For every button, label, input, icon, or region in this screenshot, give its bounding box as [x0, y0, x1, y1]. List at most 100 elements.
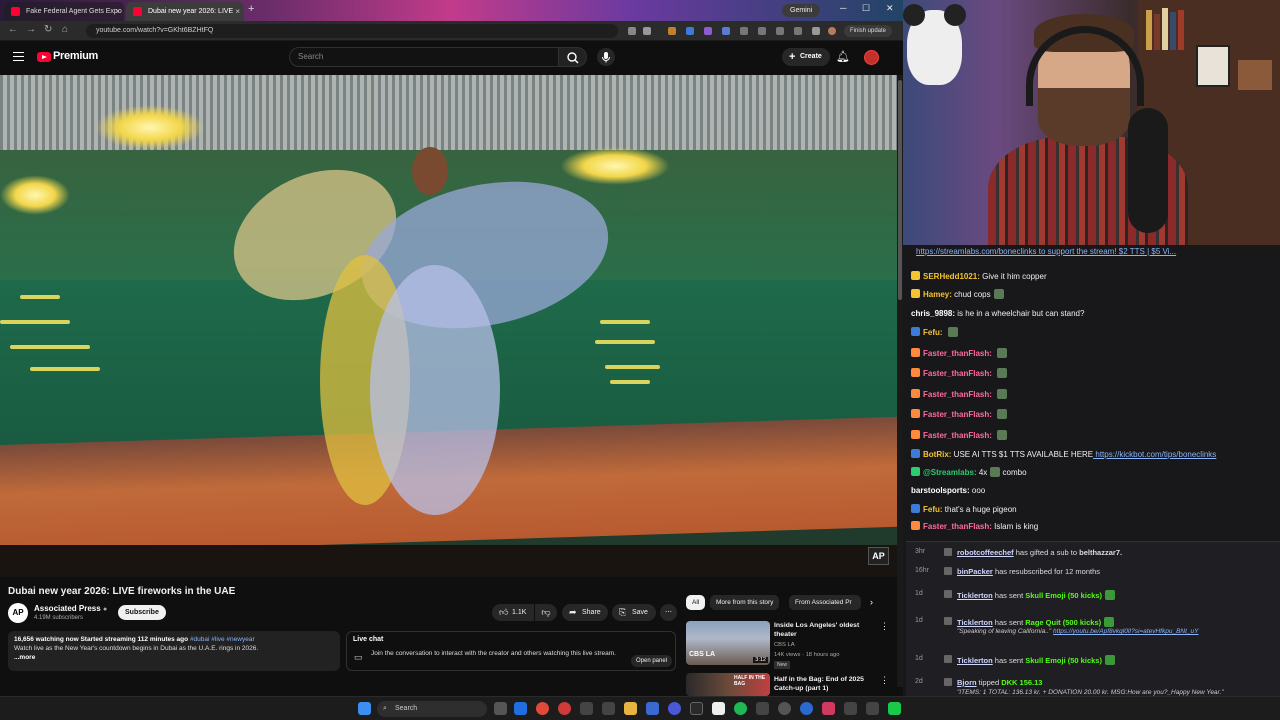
chip-more-from-story[interactable]: More from this story	[710, 595, 780, 610]
sidebar-icon[interactable]	[776, 27, 784, 35]
chevron-right-icon[interactable]: ›	[870, 597, 873, 607]
profile-avatar-icon[interactable]	[828, 27, 836, 35]
more-vertical-icon[interactable]: ⋮	[880, 621, 889, 632]
more-vertical-icon[interactable]: ⋮	[880, 675, 889, 686]
home-icon[interactable]: ⌂	[62, 24, 68, 35]
extension-icon[interactable]	[722, 27, 730, 35]
edge-icon[interactable]	[514, 702, 527, 715]
app-icon[interactable]	[844, 702, 857, 715]
scrollbar-thumb[interactable]	[898, 80, 902, 300]
chat-username[interactable]: SERHedd1021	[923, 272, 977, 281]
event-username[interactable]: Ticklerton	[957, 618, 993, 627]
event-username[interactable]: Bjorn	[957, 678, 977, 687]
event-username[interactable]: Ticklerton	[957, 656, 993, 665]
youtube-logo-icon[interactable]	[37, 52, 51, 62]
recommendation-thumbnail[interactable]: HALF IN THE BAG	[686, 673, 770, 696]
app-icon[interactable]	[800, 702, 813, 715]
gemini-button[interactable]: Gemini	[782, 4, 821, 17]
video-player[interactable]: AP	[0, 75, 897, 577]
subscribe-button[interactable]: Subscribe	[118, 605, 166, 620]
app-icon[interactable]	[822, 702, 835, 715]
chat-username[interactable]: Faster_thanFlash	[923, 522, 989, 531]
chat-username[interactable]: Faster_thanFlash	[923, 410, 989, 419]
dislike-button[interactable]: 👎︎	[535, 604, 557, 621]
extension-icon[interactable]	[686, 27, 694, 35]
description-box[interactable]: 16,656 watching now Started streaming 11…	[8, 631, 340, 671]
account-avatar[interactable]	[864, 50, 879, 65]
event-username[interactable]: binPacker	[957, 567, 993, 576]
reload-icon[interactable]: ↻	[44, 24, 52, 35]
steam-icon[interactable]	[646, 702, 659, 715]
discord-icon[interactable]	[668, 702, 681, 715]
browser-tab-active[interactable]: Dubai new year 2026: LIVE ×	[126, 2, 244, 21]
search-input[interactable]: Search	[289, 47, 559, 67]
open-panel-button[interactable]: Open panel	[631, 655, 673, 667]
new-tab-icon[interactable]: +	[248, 3, 254, 15]
show-more-link[interactable]: ...more	[14, 653, 334, 662]
chip-from-associated-press[interactable]: From Associated Pr	[789, 595, 861, 610]
chat-username[interactable]: Faster_thanFlash	[923, 390, 989, 399]
kick-icon[interactable]	[888, 702, 901, 715]
chat-username[interactable]: barstoolsports	[911, 486, 967, 495]
close-tab-icon[interactable]: ×	[235, 2, 240, 21]
save-button[interactable]: ⎘ Save	[612, 604, 656, 621]
chrome-profile-icon[interactable]	[558, 702, 571, 715]
forward-icon[interactable]: →	[26, 24, 36, 35]
chat-username[interactable]: Hamey	[923, 290, 949, 299]
search-button[interactable]	[559, 47, 587, 67]
close-tab-icon[interactable]: ×	[115, 2, 120, 21]
app-icon[interactable]	[580, 702, 593, 715]
chat-username[interactable]: Faster_thanFlash	[923, 369, 989, 378]
share-button[interactable]: ➦ Share	[562, 604, 608, 621]
close-window-icon[interactable]: ✕	[886, 3, 894, 14]
split-view-icon[interactable]	[812, 27, 820, 35]
recommendation-title[interactable]: Half in the Bag: End of 2025 Catch-up (p…	[774, 675, 884, 693]
bookmark-star-icon[interactable]	[643, 27, 651, 35]
maximize-icon[interactable]: ☐	[862, 3, 870, 14]
chat-username[interactable]: Faster_thanFlash	[923, 349, 989, 358]
channel-avatar[interactable]: AP	[8, 603, 28, 623]
menu-icon[interactable]	[13, 52, 24, 61]
hashtags[interactable]: #dubai #live #newyear	[190, 636, 255, 643]
downloads-icon[interactable]	[794, 27, 802, 35]
chat-username[interactable]: Fefu	[923, 328, 940, 337]
event-username[interactable]: Ticklerton	[957, 591, 993, 600]
recommendation-thumbnail[interactable]: CBS LA 3:12	[686, 621, 770, 665]
recommendation-title[interactable]: Inside Los Angeles' oldest theater	[774, 621, 874, 639]
pinned-banner-text[interactable]: https://streamlabs.com/boneclinks to sup…	[916, 247, 1176, 256]
back-icon[interactable]: ←	[8, 24, 18, 35]
chrome-icon[interactable]	[536, 702, 549, 715]
app-icon[interactable]	[778, 702, 791, 715]
browser-tab[interactable]: Fake Federal Agent Gets Expo ×	[4, 2, 124, 21]
app-icon[interactable]	[756, 702, 769, 715]
app-icon[interactable]	[712, 702, 725, 715]
app-icon[interactable]	[866, 702, 879, 715]
extension-icon[interactable]	[704, 27, 712, 35]
recommendation-channel[interactable]: CBS LA	[774, 642, 795, 648]
chat-username[interactable]: Fefu	[923, 505, 940, 514]
task-view-icon[interactable]	[494, 702, 507, 715]
app-icon[interactable]	[602, 702, 615, 715]
youtube-premium-logo[interactable]: Premium	[53, 50, 98, 62]
channel-name[interactable]: Associated Press ●	[34, 604, 107, 613]
chat-username[interactable]: chris_9898	[911, 309, 952, 318]
chat-username[interactable]: @Streamlabs	[923, 468, 974, 477]
create-button[interactable]: Create	[782, 48, 830, 66]
app-icon[interactable]	[690, 702, 703, 715]
extensions-puzzle-icon[interactable]	[758, 27, 766, 35]
extension-icon[interactable]	[668, 27, 676, 35]
voice-search-button[interactable]	[597, 48, 615, 66]
finish-update-button[interactable]: Finish update	[844, 25, 893, 37]
notifications-bell-icon[interactable]: 🔔︎	[836, 50, 850, 63]
windows-start-icon[interactable]	[358, 702, 371, 715]
minimize-icon[interactable]: ─	[840, 3, 846, 13]
install-icon[interactable]	[628, 27, 636, 35]
file-explorer-icon[interactable]	[624, 702, 637, 715]
chip-all[interactable]: All	[686, 595, 706, 610]
url-field[interactable]: youtube.com/watch?v=GKht6BZHtFQ	[86, 24, 618, 38]
event-quote-link[interactable]: https://youtu.be/Apf8vkql0lI?si=atevHfkp…	[1053, 628, 1198, 635]
like-button[interactable]: 👍︎ 1.1K	[492, 604, 534, 621]
more-actions-button[interactable]: ⋯	[660, 604, 677, 621]
chat-username[interactable]: BotRix	[923, 450, 949, 459]
taskbar-search[interactable]: ⌕ Search	[377, 701, 487, 717]
